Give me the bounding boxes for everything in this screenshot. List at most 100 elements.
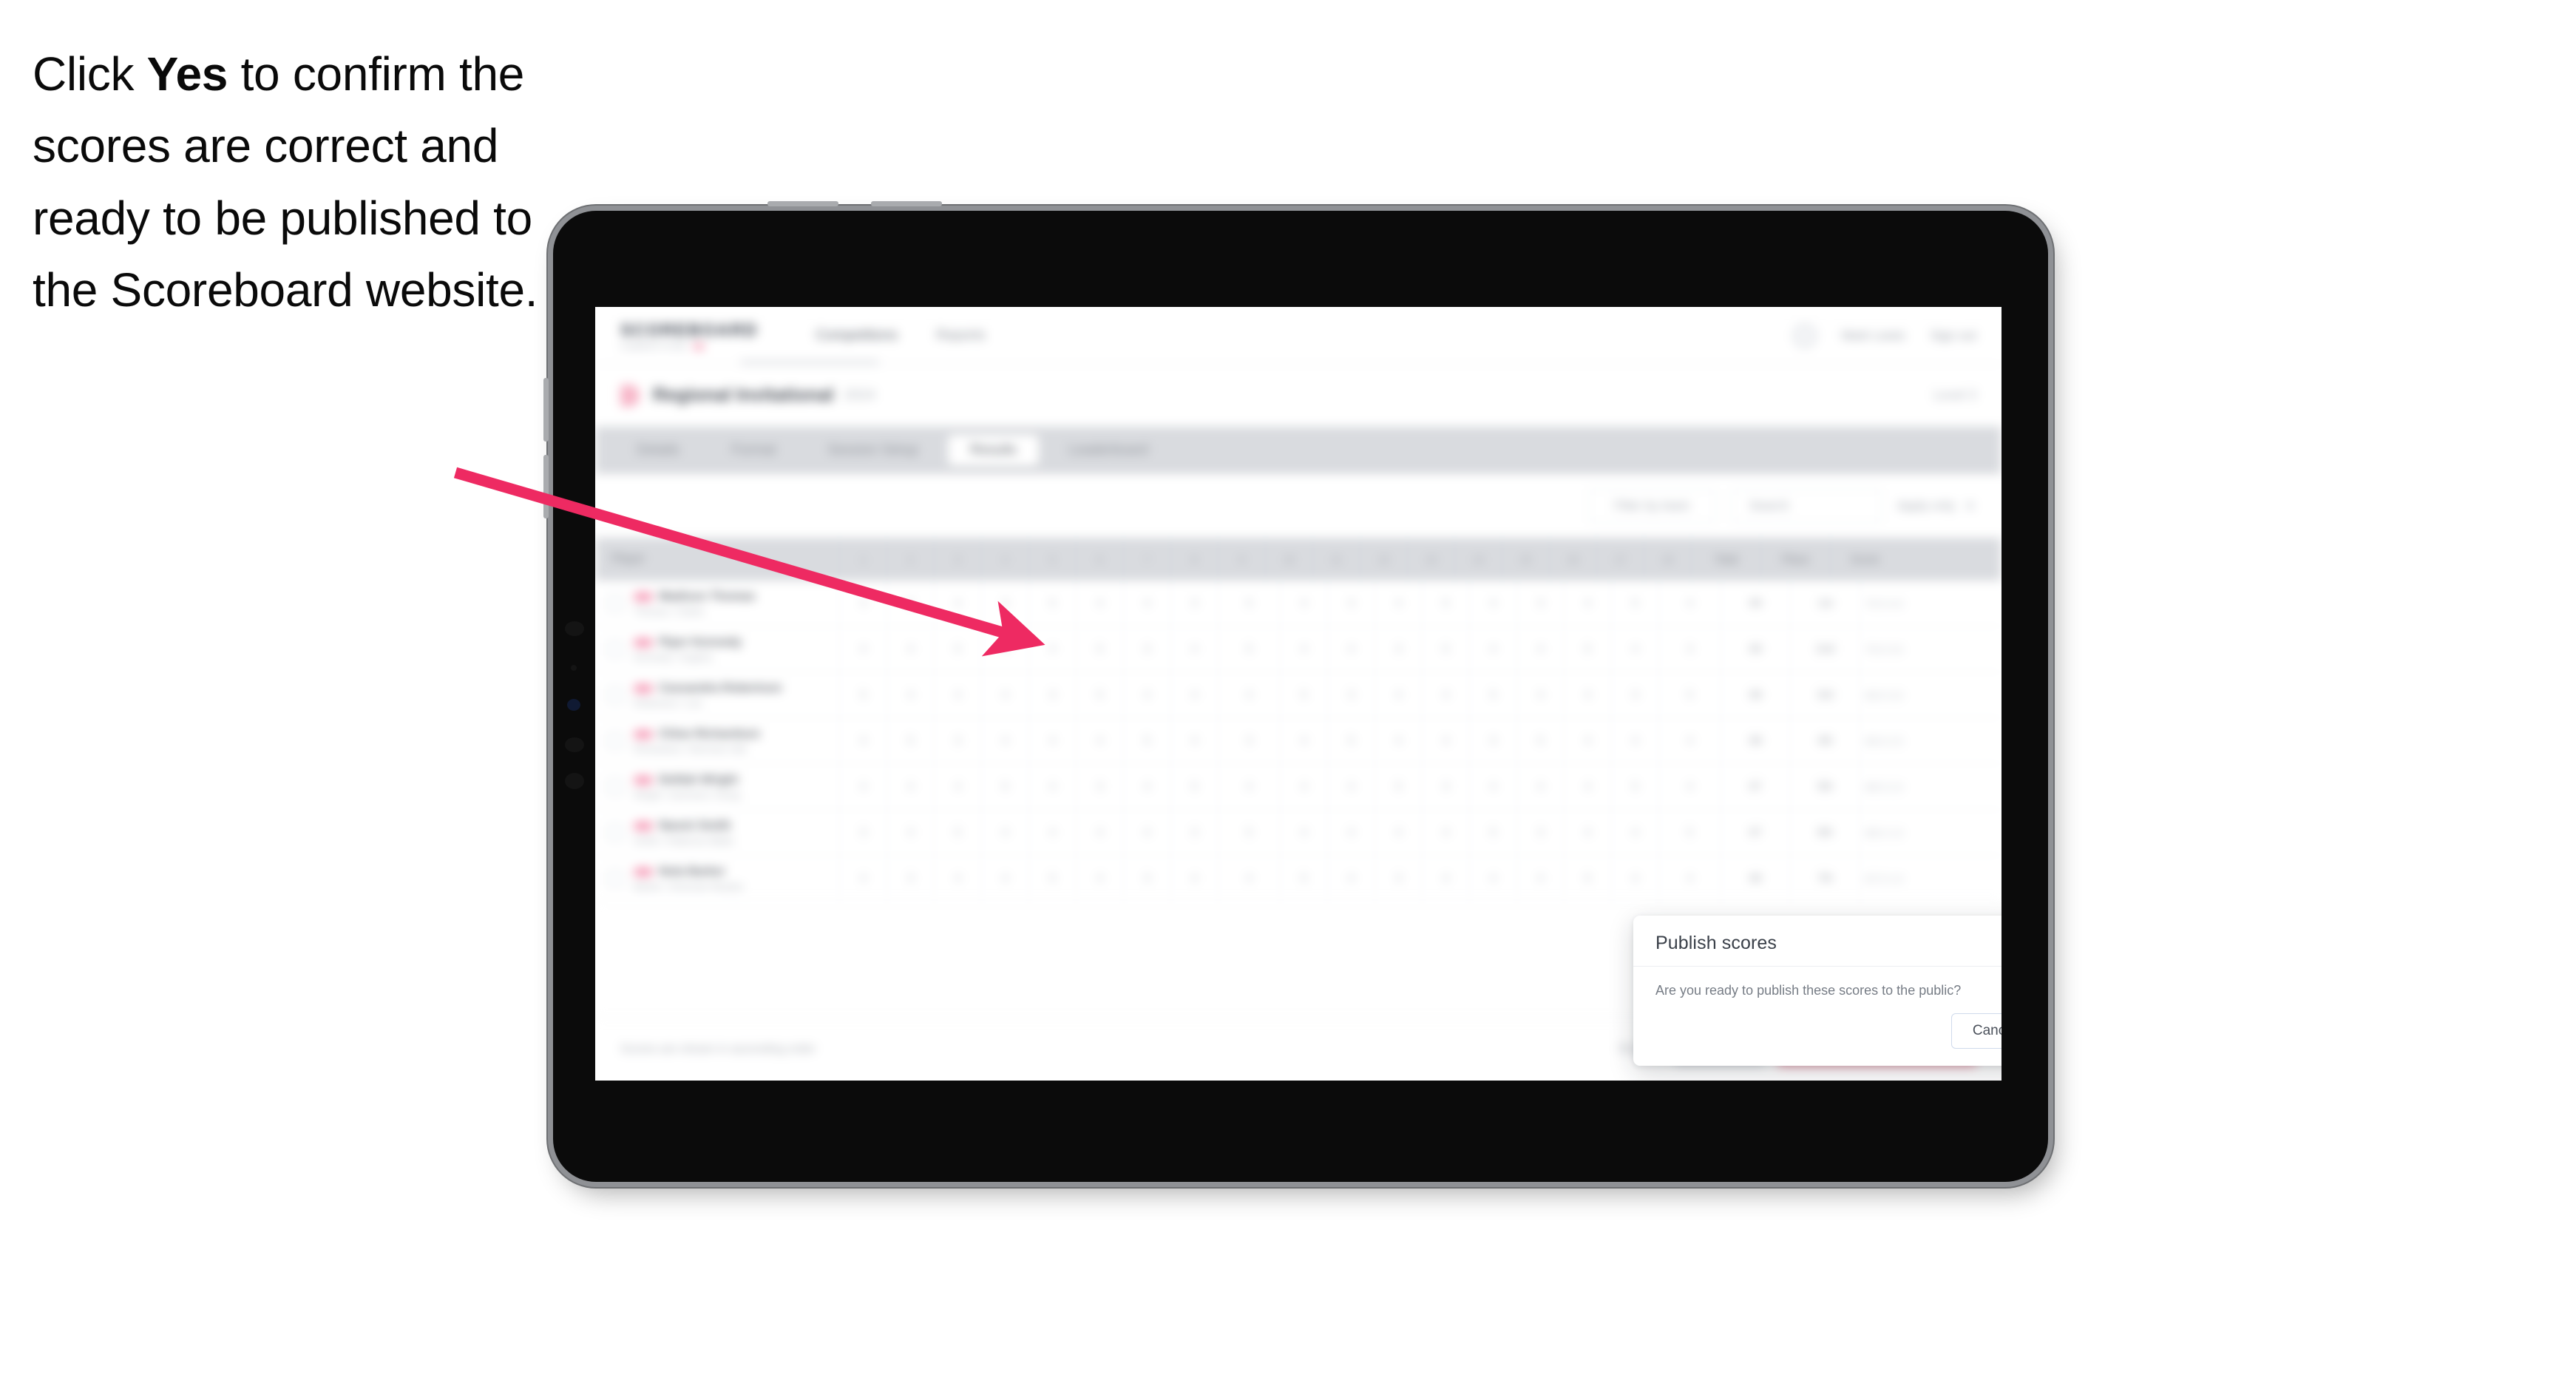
score-cell[interactable]: 4 bbox=[1375, 672, 1422, 717]
score-cell[interactable]: 5 bbox=[1516, 718, 1564, 763]
score-cell[interactable]: 3 bbox=[1611, 672, 1658, 717]
score-cell[interactable]: 5 bbox=[1658, 810, 1721, 855]
score-cell[interactable]: 4 bbox=[1564, 672, 1611, 717]
score-cell[interactable]: 3 bbox=[1516, 810, 1564, 855]
score-cell[interactable]: 4 bbox=[1076, 810, 1123, 855]
score-cell[interactable]: 3 bbox=[1170, 810, 1218, 855]
column-header-11[interactable]: 11 bbox=[1312, 538, 1360, 581]
score-cell[interactable]: 4 bbox=[1280, 626, 1327, 672]
score-cell[interactable]: 4 bbox=[1327, 856, 1375, 901]
score-cell[interactable]: 4 bbox=[981, 626, 1028, 672]
score-cell[interactable]: 4 bbox=[1123, 764, 1170, 809]
score-cell[interactable]: 4 bbox=[1658, 581, 1721, 626]
score-cell[interactable]: 5 bbox=[1375, 764, 1422, 809]
score-cell[interactable]: 3 bbox=[934, 718, 981, 763]
score-cell[interactable]: 5 bbox=[1422, 626, 1469, 672]
column-header-12[interactable]: 12 bbox=[1360, 538, 1407, 581]
score-cell[interactable]: 4 bbox=[1170, 672, 1218, 717]
score-cell[interactable]: 5 bbox=[1611, 764, 1658, 809]
table-row[interactable]: Naomi Smith Smith / Patterson Blake 3 4 5 4 4 4… bbox=[595, 810, 2002, 856]
apply-only-toggle[interactable]: Apply only ✕ bbox=[1897, 497, 1976, 515]
score-cell[interactable]: 4 bbox=[1028, 718, 1076, 763]
score-cell[interactable]: 3 bbox=[1170, 581, 1218, 626]
score-cell[interactable]: 4 bbox=[981, 718, 1028, 763]
tab-session-setup[interactable]: Session Setup bbox=[805, 435, 940, 466]
score-cell[interactable]: 4 bbox=[1422, 856, 1469, 901]
score-cell[interactable]: 3 bbox=[1327, 581, 1375, 626]
score-cell[interactable]: 5 bbox=[1469, 672, 1516, 717]
column-header-10[interactable]: 10 bbox=[1265, 538, 1312, 581]
score-cell[interactable]: 4 bbox=[1327, 626, 1375, 672]
score-cell[interactable]: 3 bbox=[839, 810, 887, 855]
column-header-7[interactable]: 7 bbox=[1123, 538, 1170, 581]
score-cell[interactable]: 3 bbox=[1516, 581, 1564, 626]
row-checkbox[interactable] bbox=[606, 868, 625, 888]
table-row[interactable]: Cassandra Robertson Robertson / Lee 5 4 4 4 3 5… bbox=[595, 672, 2002, 718]
score-cell[interactable]: 4 bbox=[1028, 810, 1076, 855]
score-cell[interactable]: 4 bbox=[1375, 581, 1422, 626]
score-cell[interactable]: 4 bbox=[1076, 856, 1123, 901]
table-row[interactable]: Nola Barker Barker / Donovan Murphy 4 3 4 4 5 4… bbox=[595, 856, 2002, 902]
score-cell[interactable]: 3 bbox=[1469, 718, 1516, 763]
score-cell[interactable]: 4 bbox=[1564, 718, 1611, 763]
column-header-8[interactable]: 8 bbox=[1170, 538, 1218, 581]
score-cell[interactable]: 5 bbox=[1076, 672, 1123, 717]
score-cell[interactable]: 4 bbox=[934, 672, 981, 717]
score-cell[interactable]: 5 bbox=[1611, 581, 1658, 626]
brand-logo[interactable]: SCOREBOARD COMPETITION bbox=[620, 320, 758, 351]
score-cell[interactable]: 3 bbox=[887, 856, 934, 901]
score-cell[interactable]: 4 bbox=[1564, 810, 1611, 855]
score-cell[interactable]: 5 bbox=[934, 810, 981, 855]
filter-by-team-button[interactable]: Filter by team bbox=[1587, 489, 1716, 523]
score-cell[interactable]: 4 bbox=[1469, 626, 1516, 672]
row-checkbox[interactable] bbox=[606, 639, 625, 659]
score-cell[interactable]: 5 bbox=[1076, 626, 1123, 672]
score-cell[interactable]: 3 bbox=[1123, 626, 1170, 672]
score-cell[interactable]: 5 bbox=[1422, 581, 1469, 626]
cancel-button[interactable]: Cancel bbox=[1950, 1013, 2002, 1049]
score-cell[interactable]: 4 bbox=[1375, 810, 1422, 855]
tab-details[interactable]: Details bbox=[614, 435, 702, 466]
score-cell[interactable]: 4 bbox=[887, 626, 934, 672]
score-cell[interactable]: 5 bbox=[1327, 718, 1375, 763]
score-cell[interactable]: 4 bbox=[934, 856, 981, 901]
score-cell[interactable]: 3 bbox=[1327, 672, 1375, 717]
score-cell[interactable]: 3 bbox=[1218, 718, 1280, 763]
column-header-4[interactable]: 4 bbox=[981, 538, 1028, 581]
score-cell[interactable]: 4 bbox=[1516, 764, 1564, 809]
table-row[interactable]: Delilah Wright Wright / Sommers Young 4 4 4 5… bbox=[595, 764, 2002, 810]
score-cell[interactable]: 4 bbox=[887, 764, 934, 809]
column-header-18[interactable]: 18 bbox=[1644, 538, 1691, 581]
column-header-17[interactable]: 17 bbox=[1596, 538, 1644, 581]
score-cell[interactable]: 5 bbox=[934, 626, 981, 672]
table-row[interactable]: Chloe Richardson Richardson / Brennan Hal… bbox=[595, 718, 2002, 764]
score-cell[interactable]: 4 bbox=[839, 581, 887, 626]
score-cell[interactable]: 4 bbox=[1280, 718, 1327, 763]
score-cell[interactable]: 3 bbox=[1123, 856, 1170, 901]
score-cell[interactable]: 5 bbox=[1218, 626, 1280, 672]
score-cell[interactable]: 4 bbox=[1611, 856, 1658, 901]
score-cell[interactable]: 5 bbox=[1028, 856, 1076, 901]
score-cell[interactable]: 4 bbox=[981, 810, 1028, 855]
score-cell[interactable]: 5 bbox=[1564, 626, 1611, 672]
tab-results[interactable]: Results bbox=[947, 435, 1040, 466]
score-cell[interactable]: 4 bbox=[839, 764, 887, 809]
score-cell[interactable]: 4 bbox=[1611, 810, 1658, 855]
score-cell[interactable]: 4 bbox=[1280, 581, 1327, 626]
score-cell[interactable]: 4 bbox=[1028, 764, 1076, 809]
row-checkbox[interactable] bbox=[606, 777, 625, 797]
score-cell[interactable]: 5 bbox=[839, 672, 887, 717]
score-cell[interactable]: 4 bbox=[1170, 718, 1218, 763]
nav-item-competitions[interactable]: Competitions bbox=[816, 328, 898, 344]
score-cell[interactable]: 5 bbox=[1280, 672, 1327, 717]
score-cell[interactable]: 4 bbox=[1658, 764, 1721, 809]
score-cell[interactable]: 4 bbox=[1123, 672, 1170, 717]
score-cell[interactable]: 4 bbox=[1422, 810, 1469, 855]
column-header-5[interactable]: 5 bbox=[1028, 538, 1076, 581]
score-cell[interactable]: 4 bbox=[1469, 764, 1516, 809]
score-cell[interactable]: 4 bbox=[839, 718, 887, 763]
score-cell[interactable]: 4 bbox=[1658, 856, 1721, 901]
score-cell[interactable]: 4 bbox=[1218, 672, 1280, 717]
score-cell[interactable]: 4 bbox=[1422, 672, 1469, 717]
score-cell[interactable]: 4 bbox=[1516, 672, 1564, 717]
